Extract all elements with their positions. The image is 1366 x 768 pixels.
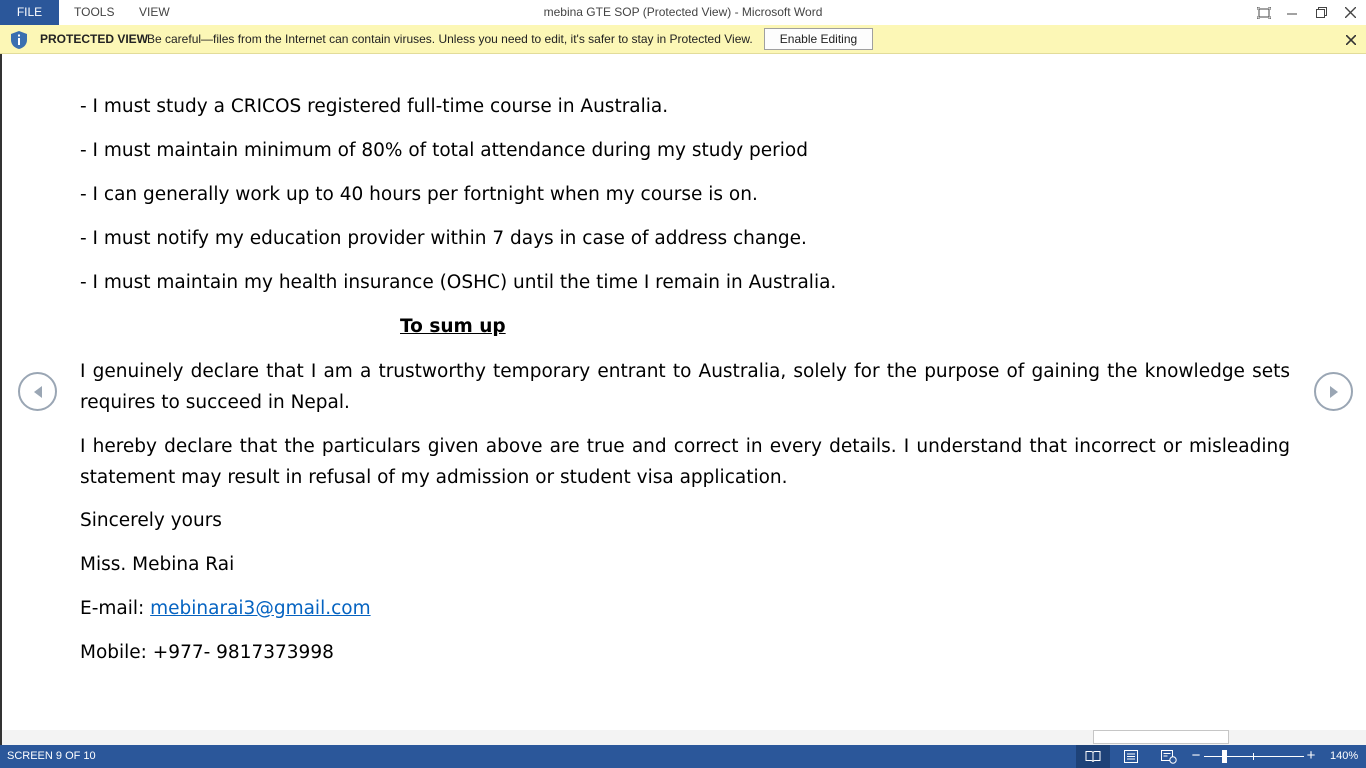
enable-editing-button[interactable]: Enable Editing — [764, 28, 873, 50]
arrow-left-icon — [33, 385, 42, 398]
title-bar: FILE TOOLS VIEW mebina GTE SOP (Protecte… — [0, 0, 1366, 25]
minimize-icon[interactable] — [1278, 0, 1306, 25]
next-screen-button[interactable] — [1314, 372, 1353, 411]
mobile-line: Mobile: +977- 9817373998 — [80, 642, 334, 663]
email-link[interactable]: mebinarai3@gmail.com — [150, 598, 370, 619]
zoom-in-button[interactable]: + — [1304, 745, 1318, 768]
print-layout-button[interactable] — [1114, 745, 1148, 768]
signatory-name: Miss. Mebina Rai — [80, 554, 235, 575]
tools-menu[interactable]: TOOLS — [74, 0, 114, 25]
file-menu[interactable]: FILE — [0, 0, 59, 25]
zoom-slider[interactable] — [1204, 756, 1304, 757]
section-heading: To sum up — [400, 316, 506, 337]
bullet-item: - I must study a CRICOS registered full-… — [80, 96, 669, 117]
close-message-bar-icon[interactable] — [1342, 31, 1360, 49]
zoom-slider-thumb[interactable] — [1222, 750, 1227, 763]
zoom-center-tick — [1253, 753, 1254, 760]
closing-line: Sincerely yours — [80, 510, 222, 531]
email-label: E-mail: — [80, 598, 151, 619]
web-layout-icon — [1161, 749, 1177, 764]
read-mode-button[interactable] — [1076, 745, 1110, 768]
status-bar: SCREEN 9 OF 10 − + 140% — [0, 745, 1366, 768]
shield-info-icon — [11, 31, 27, 49]
full-screen-icon[interactable] — [1250, 0, 1278, 25]
document-area: - I must study a CRICOS registered full-… — [0, 54, 1366, 745]
arrow-right-icon — [1329, 385, 1338, 398]
bullet-item: - I can generally work up to 40 hours pe… — [80, 184, 758, 205]
bullet-item: - I must maintain minimum of 80% of tota… — [80, 140, 808, 161]
book-icon — [1085, 751, 1101, 763]
restore-icon[interactable] — [1307, 0, 1335, 25]
bullet-item: - I must maintain my health insurance (O… — [80, 272, 837, 293]
zoom-level[interactable]: 140% — [1330, 745, 1358, 768]
email-line: E-mail: mebinarai3@gmail.com — [80, 598, 371, 619]
previous-screen-button[interactable] — [18, 372, 57, 411]
page-icon — [1124, 750, 1138, 763]
document-page: - I must study a CRICOS registered full-… — [80, 54, 1290, 734]
page-indicator[interactable]: SCREEN 9 OF 10 — [7, 745, 96, 768]
protected-view-title: PROTECTED VIEW — [40, 32, 149, 46]
window-title: mebina GTE SOP (Protected View) - Micros… — [543, 5, 823, 19]
close-window-icon[interactable] — [1336, 0, 1364, 25]
view-menu[interactable]: VIEW — [139, 0, 170, 25]
zoom-out-button[interactable]: − — [1189, 745, 1203, 768]
protected-view-bar: PROTECTED VIEW Be careful—files from the… — [0, 25, 1366, 54]
protected-view-message: Be careful—files from the Internet can c… — [147, 32, 753, 46]
web-layout-button[interactable] — [1152, 745, 1186, 768]
declaration-paragraph: I genuinely declare that I am a trustwor… — [80, 361, 1290, 413]
declaration-paragraph: I hereby declare that the particulars gi… — [80, 436, 1290, 488]
scrollbar-thumb[interactable] — [1093, 730, 1229, 744]
bullet-item: - I must notify my education provider wi… — [80, 228, 807, 249]
